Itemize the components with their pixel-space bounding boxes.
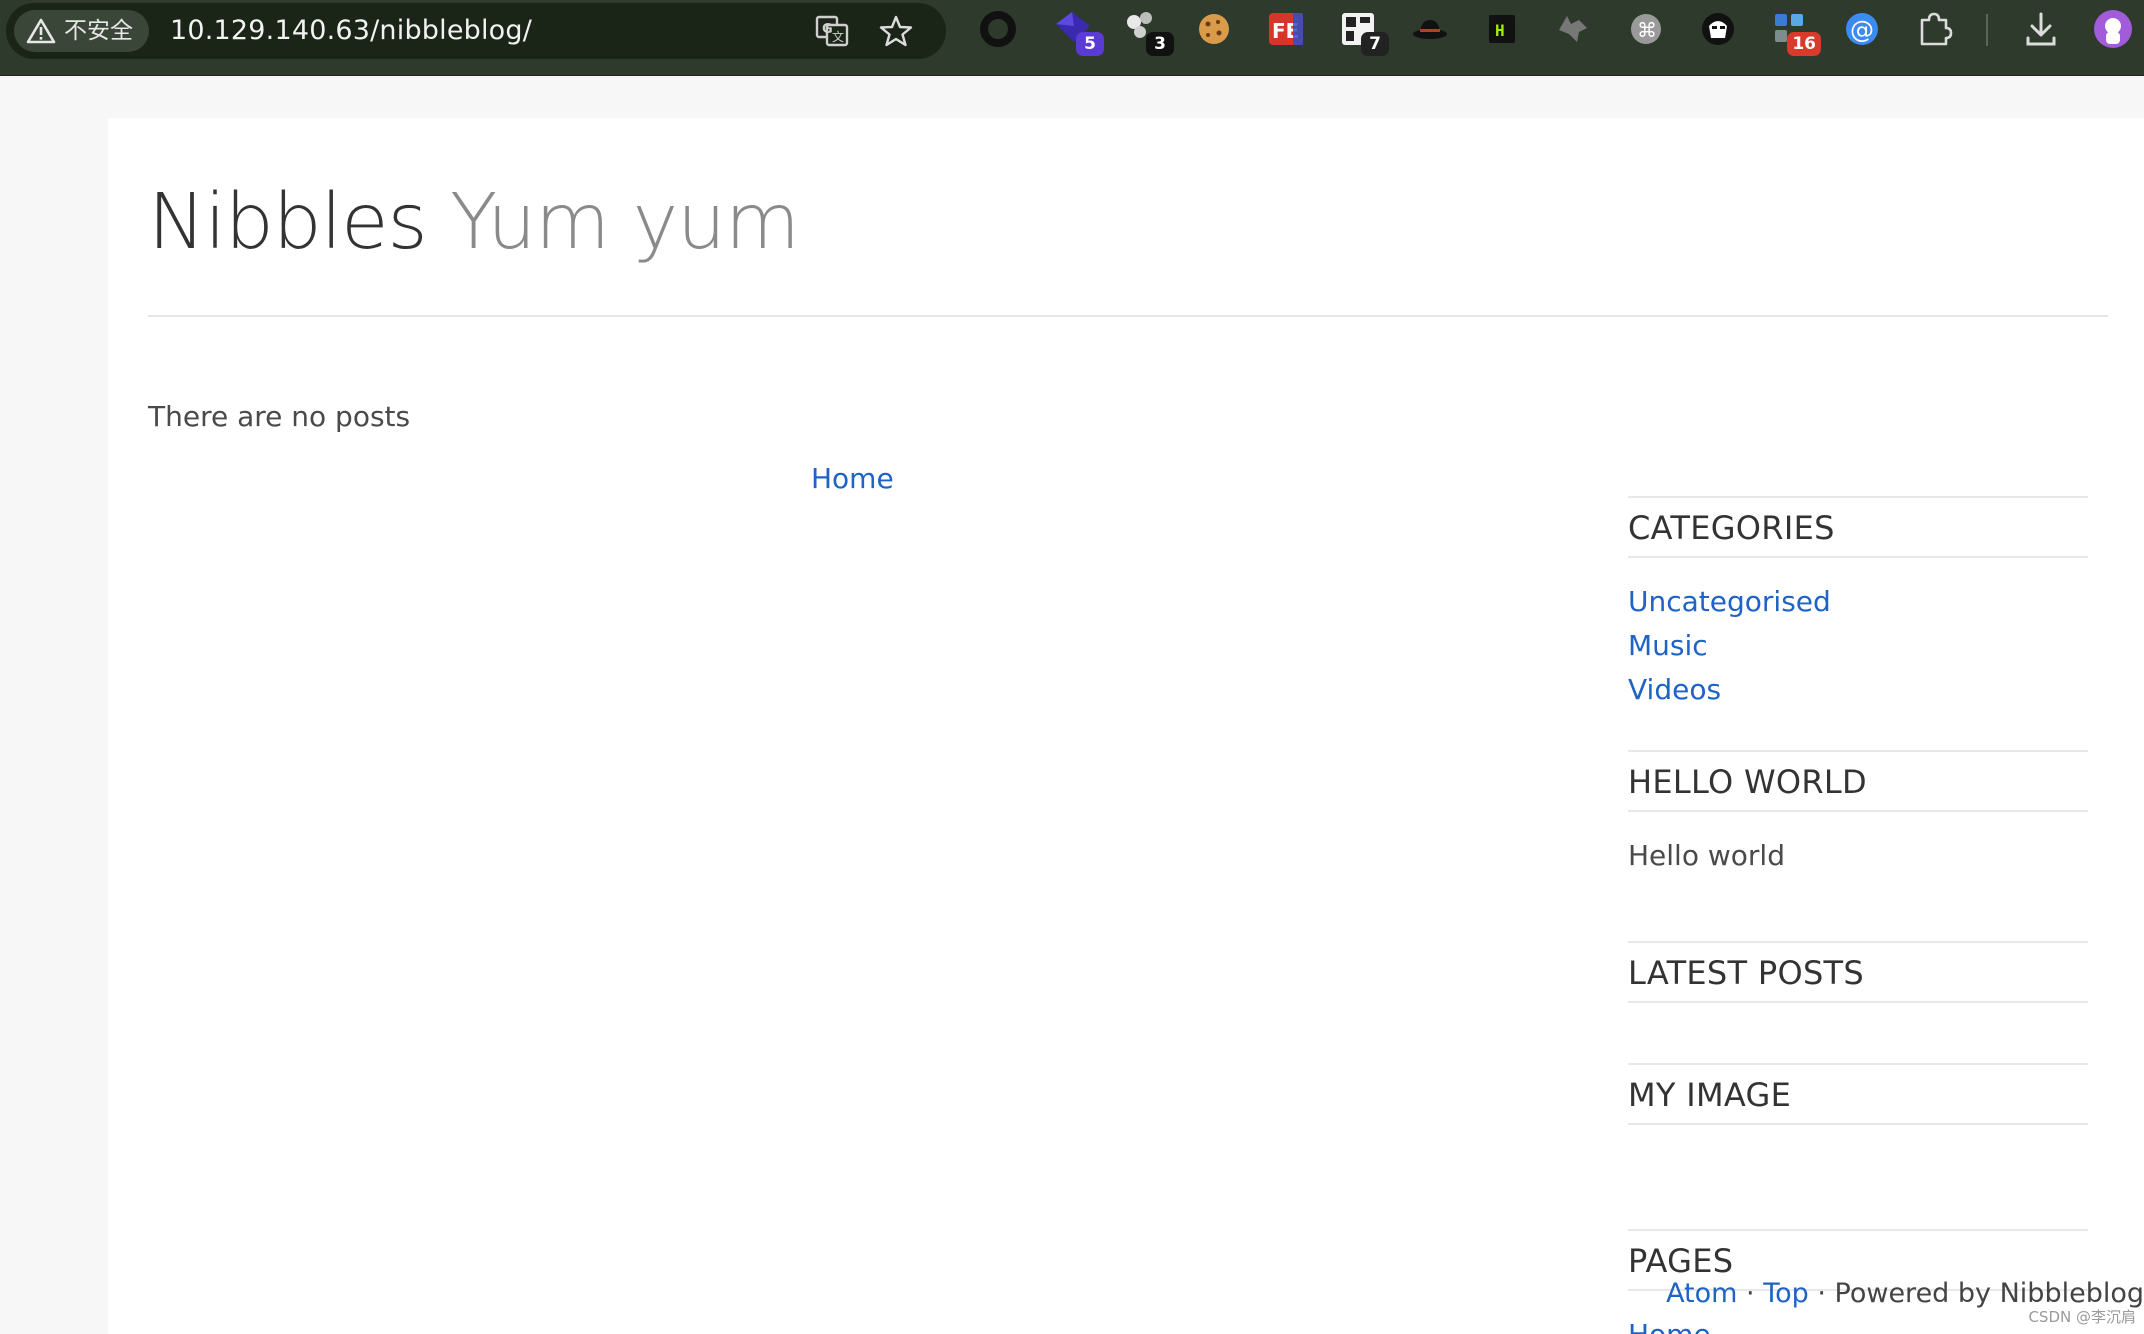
latest-posts-widget: LATEST POSTS xyxy=(1628,941,2088,1003)
categories-heading: CATEGORIES xyxy=(1628,496,2088,558)
svg-text:H: H xyxy=(1495,21,1505,40)
category-link-videos[interactable]: Videos xyxy=(1628,668,2088,712)
command-icon[interactable]: ⌘ xyxy=(1625,8,1667,50)
extension-badge: 3 xyxy=(1146,32,1174,56)
at-sign-icon[interactable]: @ xyxy=(1841,8,1883,50)
bookmark-star-icon[interactable] xyxy=(878,13,914,49)
my-image-widget: MY IMAGE xyxy=(1628,1063,2088,1125)
download-icon[interactable] xyxy=(2020,8,2062,50)
categories-widget: CATEGORIES Uncategorised Music Videos xyxy=(1628,496,2088,712)
page-container: Nibbles Yum yum There are no posts Home … xyxy=(108,118,2144,1334)
site-slogan: Yum yum xyxy=(450,178,800,267)
apps-icon[interactable]: 16 xyxy=(1769,8,1821,56)
extension-badge: 16 xyxy=(1787,32,1821,56)
qr-icon[interactable]: 7 xyxy=(1337,8,1389,56)
url-text[interactable]: 10.129.140.63/nibbleblog/ xyxy=(170,3,532,59)
address-bar[interactable]: 不安全 10.129.140.63/nibbleblog/ G 文 xyxy=(6,3,946,59)
puzzle-icon[interactable] xyxy=(1913,8,1955,50)
pager-home-link[interactable]: Home xyxy=(811,462,894,495)
categories-list: Uncategorised Music Videos xyxy=(1628,558,2088,712)
category-link-music[interactable]: Music xyxy=(1628,624,2088,668)
footer-separator: · xyxy=(1737,1278,1764,1309)
powered-by-text: · Powered by Nibbleblog xyxy=(1808,1278,2144,1309)
extension-badge: 5 xyxy=(1076,32,1104,56)
hackthebox-icon[interactable]: H xyxy=(1481,8,1523,50)
page-link-home[interactable]: Home xyxy=(1628,1313,2088,1334)
hello-world-heading: HELLO WORLD xyxy=(1628,750,2088,812)
hello-world-text: Hello world xyxy=(1628,839,1785,872)
my-image-heading: MY IMAGE xyxy=(1628,1063,2088,1125)
site-title[interactable]: Nibbles Yum yum xyxy=(148,178,800,267)
extension-badge: 7 xyxy=(1361,32,1389,56)
no-posts-message: There are no posts xyxy=(148,400,411,433)
security-indicator[interactable]: 不安全 xyxy=(14,10,149,52)
atom-feed-link[interactable]: Atom xyxy=(1666,1278,1737,1309)
latest-posts-heading: LATEST POSTS xyxy=(1628,941,2088,1003)
hacker-mask-icon[interactable] xyxy=(1697,8,1739,50)
header-divider xyxy=(148,315,2108,317)
hello-world-body: Hello world xyxy=(1628,812,2088,878)
fe-icon[interactable]: FE xyxy=(1265,8,1307,50)
toolbar-separator xyxy=(1986,14,1988,46)
diamond-icon[interactable]: 5 xyxy=(1052,8,1104,56)
back-to-top-link[interactable]: Top xyxy=(1763,1278,1809,1309)
site-name[interactable]: Nibbles xyxy=(148,178,428,267)
cookie-icon[interactable] xyxy=(1193,8,1235,50)
hat-icon[interactable] xyxy=(1409,8,1451,50)
security-label: 不安全 xyxy=(64,18,133,44)
svg-text:@: @ xyxy=(1850,16,1874,44)
category-link-uncategorised[interactable]: Uncategorised xyxy=(1628,580,2088,624)
wolf-icon[interactable] xyxy=(1553,8,1595,50)
translate-icon[interactable]: G 文 xyxy=(814,13,850,49)
csdn-watermark: CSDN @李沉肩 xyxy=(2028,1308,2136,1326)
browser-toolbar: 不安全 10.129.140.63/nibbleblog/ G 文 5 3 FE… xyxy=(0,0,2144,76)
hello-world-widget: HELLO WORLD Hello world xyxy=(1628,750,2088,878)
dots-icon[interactable]: 3 xyxy=(1122,8,1174,56)
warning-triangle-icon xyxy=(26,18,56,44)
ring-icon[interactable] xyxy=(977,8,1019,50)
svg-text:文: 文 xyxy=(832,29,844,44)
svg-text:⌘: ⌘ xyxy=(1637,18,1657,42)
profile-avatar-icon[interactable] xyxy=(2092,8,2134,50)
